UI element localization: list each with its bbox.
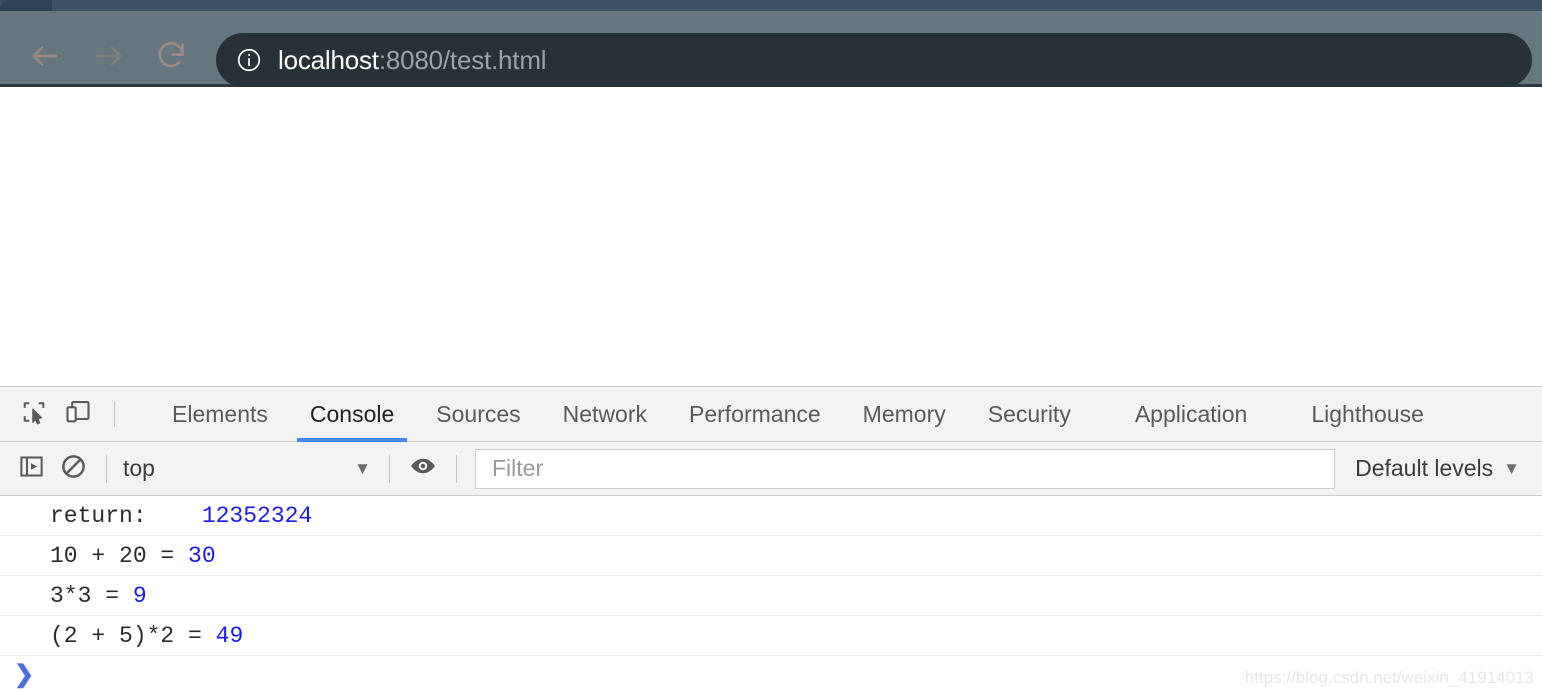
console-filter[interactable] bbox=[475, 448, 1336, 489]
tab-console[interactable]: Console bbox=[289, 387, 415, 442]
console-message-list[interactable]: return: 12352324 10 + 20 = 30 3*3 = 9 (2… bbox=[0, 496, 1542, 692]
device-toolbar-icon bbox=[64, 398, 92, 431]
tab-network[interactable]: Network bbox=[542, 387, 668, 442]
toolbar-divider bbox=[456, 454, 457, 483]
info-circle-icon[interactable] bbox=[236, 47, 262, 73]
inspect-element-icon bbox=[20, 398, 48, 431]
console-message[interactable]: return: 12352324 bbox=[0, 496, 1542, 536]
console-prompt[interactable]: ❯ bbox=[0, 656, 1542, 692]
browser-tab[interactable] bbox=[0, 0, 52, 11]
devtools-panel: Elements Console Sources Network Perform… bbox=[0, 386, 1542, 692]
tab-lighthouse[interactable]: Lighthouse bbox=[1290, 387, 1445, 442]
address-bar-text: localhost:8080/test.html bbox=[278, 44, 547, 76]
address-bar[interactable]: localhost:8080/test.html bbox=[216, 33, 1532, 87]
prompt-chevron-icon: ❯ bbox=[14, 660, 35, 688]
tab-label: Performance bbox=[689, 400, 821, 427]
console-message[interactable]: 3*3 = 9 bbox=[0, 576, 1542, 616]
tab-label: Lighthouse bbox=[1311, 400, 1424, 427]
browser-toolbar: localhost:8080/test.html bbox=[0, 11, 1542, 87]
tab-label: Sources bbox=[436, 400, 521, 427]
arrow-left-icon bbox=[28, 39, 62, 73]
tab-elements[interactable]: Elements bbox=[151, 387, 289, 442]
device-toolbar-button[interactable] bbox=[56, 392, 100, 436]
reload-icon bbox=[154, 39, 188, 73]
arrow-right-icon bbox=[92, 39, 126, 73]
browser-tabstrip bbox=[0, 0, 1542, 11]
clear-console-button[interactable] bbox=[52, 448, 94, 490]
browser-window: localhost:8080/test.html Elements Consol… bbox=[0, 0, 1542, 692]
message-text: (2 + 5)*2 = bbox=[50, 622, 216, 649]
console-toolbar: top ▼ Default levels ▼ bbox=[0, 442, 1542, 496]
filter-input[interactable] bbox=[490, 454, 1321, 483]
log-levels-dropdown[interactable]: Default levels ▼ bbox=[1341, 448, 1542, 490]
tab-label: Application bbox=[1134, 400, 1248, 427]
console-sidebar-button[interactable] bbox=[10, 448, 52, 490]
url-host: localhost bbox=[278, 44, 379, 75]
toolbar-divider bbox=[114, 401, 115, 427]
chevron-down-icon: ▼ bbox=[1503, 458, 1520, 478]
back-button[interactable] bbox=[26, 37, 64, 75]
message-text: 3*3 = bbox=[50, 582, 133, 609]
forward-button[interactable] bbox=[90, 37, 128, 75]
execution-context-dropdown[interactable]: top ▼ bbox=[119, 448, 377, 490]
tab-label: Elements bbox=[172, 400, 268, 427]
console-sidebar-icon bbox=[18, 453, 45, 485]
console-message[interactable]: (2 + 5)*2 = 49 bbox=[0, 616, 1542, 656]
execution-context-label: top bbox=[123, 455, 155, 481]
devtools-tabbar: Elements Console Sources Network Perform… bbox=[0, 387, 1542, 442]
message-text: 10 + 20 = bbox=[50, 542, 189, 569]
tab-label: Memory bbox=[862, 400, 946, 427]
tab-label: Console bbox=[309, 400, 395, 427]
url-path: :8080/test.html bbox=[378, 44, 547, 75]
message-value: 9 bbox=[132, 582, 147, 609]
message-text: return: bbox=[50, 502, 202, 529]
page-viewport bbox=[0, 87, 1542, 386]
eye-icon bbox=[409, 452, 437, 485]
console-message[interactable]: 10 + 20 = 30 bbox=[0, 536, 1542, 576]
toolbar-divider bbox=[389, 454, 390, 483]
reload-button[interactable] bbox=[152, 37, 190, 75]
tab-security[interactable]: Security bbox=[967, 387, 1092, 442]
message-value: 49 bbox=[215, 622, 244, 649]
chevron-down-icon: ▼ bbox=[354, 458, 371, 478]
inspect-element-button[interactable] bbox=[12, 392, 56, 436]
tab-memory[interactable]: Memory bbox=[842, 387, 967, 442]
live-expression-button[interactable] bbox=[402, 448, 444, 490]
toolbar-divider bbox=[106, 454, 107, 483]
log-levels-label: Default levels bbox=[1355, 455, 1494, 481]
message-value: 30 bbox=[188, 542, 216, 569]
clear-console-icon bbox=[60, 453, 87, 485]
tab-sources[interactable]: Sources bbox=[415, 387, 541, 442]
tab-label: Security bbox=[987, 400, 1071, 427]
tab-performance[interactable]: Performance bbox=[668, 387, 842, 442]
tab-application[interactable]: Application bbox=[1114, 387, 1269, 442]
message-value: 12352324 bbox=[201, 502, 313, 529]
tab-label: Network bbox=[562, 400, 647, 427]
